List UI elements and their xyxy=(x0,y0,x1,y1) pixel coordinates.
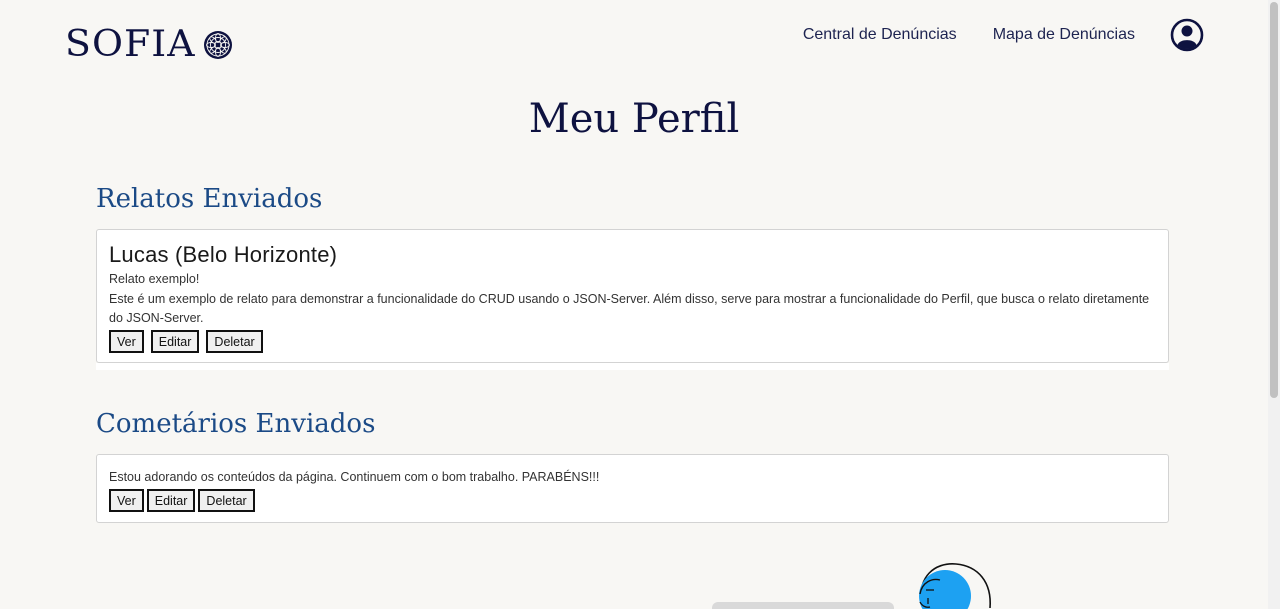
nav-central-denuncias[interactable]: Central de Denúncias xyxy=(803,26,957,44)
comentario-delete-button[interactable]: Deletar xyxy=(198,488,255,512)
relato-subtitle: Relato exemplo! xyxy=(109,272,200,286)
relato-actions: Ver Editar Deletar xyxy=(109,329,1156,353)
comentario-actions: Ver Editar Deletar xyxy=(109,488,1156,512)
scrollbar-thumb[interactable] xyxy=(1270,2,1278,398)
logo[interactable]: SOFIA xyxy=(65,27,233,63)
nav-mapa-denuncias[interactable]: Mapa de Denúncias xyxy=(993,26,1135,44)
vertical-scrollbar[interactable] xyxy=(1268,0,1280,609)
bottom-panel-edge xyxy=(712,602,894,609)
relato-view-button[interactable]: Ver xyxy=(109,329,144,353)
comentario-card: Estou adorando os conteúdos da página. C… xyxy=(96,454,1169,523)
comentario-body: Estou adorando os conteúdos da página. C… xyxy=(109,470,600,484)
comentarios-section-title: Cometários Enviados xyxy=(96,409,376,439)
relato-card-footer xyxy=(96,363,1169,370)
main-nav: Central de Denúncias Mapa de Denúncias xyxy=(803,18,1204,52)
relato-card: Lucas (Belo Horizonte) Relato exemplo! E… xyxy=(96,229,1169,363)
mandala-icon xyxy=(204,31,233,59)
page: SOFIA Central de Denúncias Mapa de Denún… xyxy=(0,0,1280,609)
person-illustration-icon xyxy=(919,563,991,609)
comentario-edit-button[interactable]: Editar xyxy=(146,488,196,512)
relato-body: Este é um exemplo de relato para demonst… xyxy=(109,291,1150,326)
site-header: SOFIA Central de Denúncias Mapa de Denún… xyxy=(0,0,1268,80)
comentario-view-button[interactable]: Ver xyxy=(109,488,144,512)
relatos-section-title: Relatos Enviados xyxy=(96,184,323,214)
relato-delete-button[interactable]: Deletar xyxy=(206,329,263,353)
relato-edit-button[interactable]: Editar xyxy=(150,329,200,353)
page-title: Meu Perfil xyxy=(528,96,740,142)
logo-text: SOFIA xyxy=(65,24,196,65)
user-circle-icon[interactable] xyxy=(1170,18,1204,52)
relato-author: Lucas (Belo Horizonte) xyxy=(109,242,338,267)
